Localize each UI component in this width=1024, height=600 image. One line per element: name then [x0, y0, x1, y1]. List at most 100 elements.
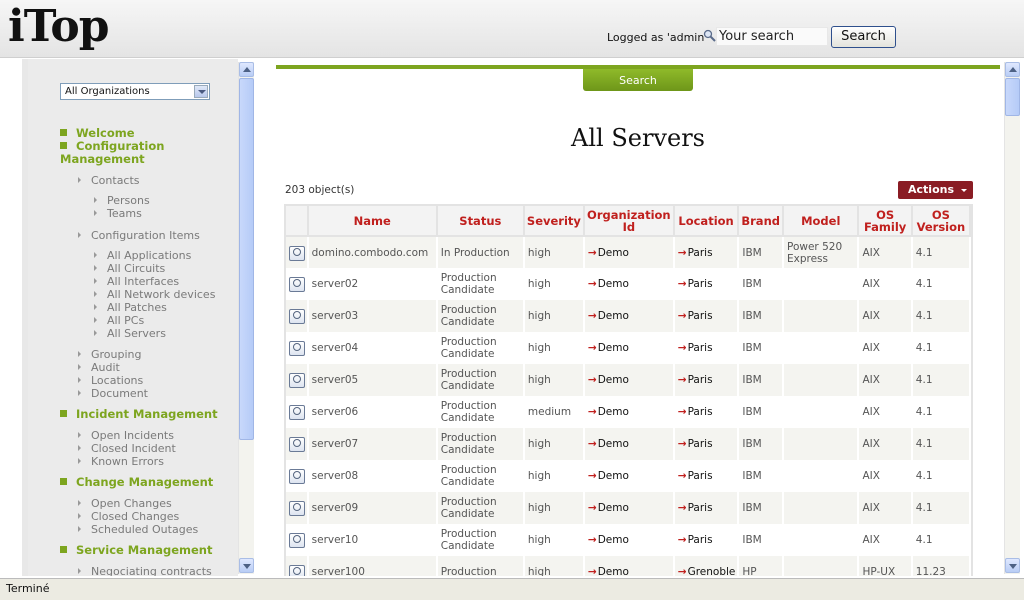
column-header-name[interactable]: Name: [307, 206, 438, 237]
cell-location[interactable]: Paris: [673, 332, 740, 364]
column-header-status[interactable]: Status: [436, 206, 525, 237]
details-magnifier-icon[interactable]: [289, 309, 305, 324]
sidebar-item-audit[interactable]: Audit: [78, 361, 120, 374]
cell-location[interactable]: Paris: [673, 492, 740, 524]
sidebar-item-all-applications[interactable]: All Applications: [94, 249, 191, 262]
itop-logo[interactable]: iTop: [8, 0, 110, 54]
details-magnifier-icon[interactable]: [289, 533, 305, 548]
table-row[interactable]: server03Production CandidatehighDemoPari…: [286, 300, 971, 332]
details-magnifier-icon[interactable]: [289, 501, 305, 516]
row-details-cell[interactable]: [286, 236, 309, 268]
sidebar-item-teams[interactable]: Teams: [94, 207, 142, 220]
row-details-cell[interactable]: [286, 524, 309, 556]
cell-name[interactable]: server05: [307, 364, 438, 396]
column-header-organization-id[interactable]: Organization Id: [583, 206, 675, 237]
column-header-os-family[interactable]: OS Family: [858, 206, 913, 237]
sidebar-item-open-incidents[interactable]: Open Incidents: [78, 429, 174, 442]
sidebar-item-negociating-contracts[interactable]: Negociating contracts: [78, 565, 212, 576]
sidebar-item-all-network-devices[interactable]: All Network devices: [94, 288, 215, 301]
sidebar-item-configuration-management[interactable]: Configuration Management: [60, 140, 190, 166]
sidebar-item-all-servers[interactable]: All Servers: [94, 327, 166, 340]
sidebar-item-all-pcs[interactable]: All PCs: [94, 314, 144, 327]
cell-organization-id[interactable]: Demo: [583, 492, 675, 524]
cell-location[interactable]: Paris: [673, 460, 740, 492]
row-details-cell[interactable]: [286, 396, 309, 428]
cell-name[interactable]: server03: [307, 300, 438, 332]
details-magnifier-icon[interactable]: [289, 341, 305, 356]
sidebar-item-locations[interactable]: Locations: [78, 374, 143, 387]
cell-name[interactable]: domino.combodo.com: [307, 236, 438, 268]
details-magnifier-icon[interactable]: [289, 565, 305, 576]
cell-name[interactable]: server07: [307, 428, 438, 460]
sidebar-item-incident-management[interactable]: Incident Management: [60, 408, 218, 421]
sidebar-item-change-management[interactable]: Change Management: [60, 476, 213, 489]
sidebar-item-known-errors[interactable]: Known Errors: [78, 455, 164, 468]
cell-organization-id[interactable]: Demo: [583, 364, 675, 396]
cell-name[interactable]: server06: [307, 396, 438, 428]
table-row[interactable]: server05Production CandidatehighDemoPari…: [286, 364, 971, 396]
cell-name[interactable]: server02: [307, 268, 438, 300]
sidebar-item-all-interfaces[interactable]: All Interfaces: [94, 275, 179, 288]
table-row[interactable]: server10Production CandidatehighDemoPari…: [286, 524, 971, 556]
cell-organization-id[interactable]: Demo: [583, 332, 675, 364]
row-details-cell[interactable]: [286, 364, 309, 396]
table-row[interactable]: domino.combodo.comIn ProductionhighDemoP…: [286, 236, 971, 268]
cell-organization-id[interactable]: Demo: [583, 428, 675, 460]
sidebar-item-all-patches[interactable]: All Patches: [94, 301, 167, 314]
table-row[interactable]: server08Production CandidatehighDemoPari…: [286, 460, 971, 492]
sidebar-item-service-management[interactable]: Service Management: [60, 544, 212, 557]
sidebar-item-closed-changes[interactable]: Closed Changes: [78, 510, 179, 523]
details-magnifier-icon[interactable]: [289, 437, 305, 452]
column-header-severity[interactable]: Severity: [523, 206, 585, 237]
cell-organization-id[interactable]: Demo: [583, 460, 675, 492]
cell-location[interactable]: Paris: [673, 396, 740, 428]
details-magnifier-icon[interactable]: [289, 277, 305, 292]
details-magnifier-icon[interactable]: [289, 373, 305, 388]
actions-button[interactable]: Actions: [898, 181, 973, 199]
row-details-cell[interactable]: [286, 556, 309, 576]
cell-location[interactable]: Paris: [673, 364, 740, 396]
cell-name[interactable]: server10: [307, 524, 438, 556]
row-details-cell[interactable]: [286, 300, 309, 332]
details-magnifier-icon[interactable]: [289, 245, 305, 261]
sidebar-item-all-circuits[interactable]: All Circuits: [94, 262, 165, 275]
cell-location[interactable]: Paris: [673, 268, 740, 300]
search-input[interactable]: [716, 27, 828, 46]
main-scroll-thumb[interactable]: [1005, 78, 1020, 116]
scroll-down-icon[interactable]: [239, 558, 254, 573]
cell-name[interactable]: server09: [307, 492, 438, 524]
table-row[interactable]: server100ProductionhighDemoGrenobleHP HP-…: [286, 556, 971, 576]
sidebar-item-open-changes[interactable]: Open Changes: [78, 497, 172, 510]
table-row[interactable]: server02Production CandidatehighDemoPari…: [286, 268, 971, 300]
sidebar-item-document[interactable]: Document: [78, 387, 148, 400]
table-row[interactable]: server09Production CandidatehighDemoPari…: [286, 492, 971, 524]
column-header-location[interactable]: Location: [673, 206, 740, 237]
sidebar-item-scheduled-outages[interactable]: Scheduled Outages: [78, 523, 198, 536]
sidebar-item-persons[interactable]: Persons: [94, 194, 150, 207]
cell-location[interactable]: Paris: [673, 428, 740, 460]
cell-name[interactable]: server04: [307, 332, 438, 364]
menu-scrollbar[interactable]: [238, 62, 254, 574]
column-header-brand[interactable]: Brand: [738, 206, 784, 237]
row-details-cell[interactable]: [286, 332, 309, 364]
table-row[interactable]: server06Production CandidatemediumDemoPa…: [286, 396, 971, 428]
row-details-cell[interactable]: [286, 268, 309, 300]
details-magnifier-icon[interactable]: [289, 405, 305, 420]
menu-scroll-thumb[interactable]: [239, 78, 254, 440]
chevron-down-icon[interactable]: [194, 85, 208, 98]
sidebar-item-configuration-items[interactable]: Configuration Items: [78, 229, 200, 242]
column-header-os-version[interactable]: OS Version: [911, 206, 971, 237]
cell-location[interactable]: Paris: [673, 300, 740, 332]
main-scrollbar[interactable]: [1004, 62, 1020, 574]
organization-select[interactable]: All Organizations: [60, 83, 210, 100]
scroll-up-icon[interactable]: [239, 62, 254, 77]
cell-organization-id[interactable]: Demo: [583, 268, 675, 300]
cell-organization-id[interactable]: Demo: [583, 396, 675, 428]
cell-location[interactable]: Grenoble: [673, 556, 740, 576]
table-row[interactable]: server04Production CandidatehighDemoPari…: [286, 332, 971, 364]
sidebar-item-contacts[interactable]: Contacts: [78, 174, 140, 187]
row-details-cell[interactable]: [286, 460, 309, 492]
row-details-cell[interactable]: [286, 492, 309, 524]
cell-organization-id[interactable]: Demo: [583, 556, 675, 576]
cell-name[interactable]: server08: [307, 460, 438, 492]
